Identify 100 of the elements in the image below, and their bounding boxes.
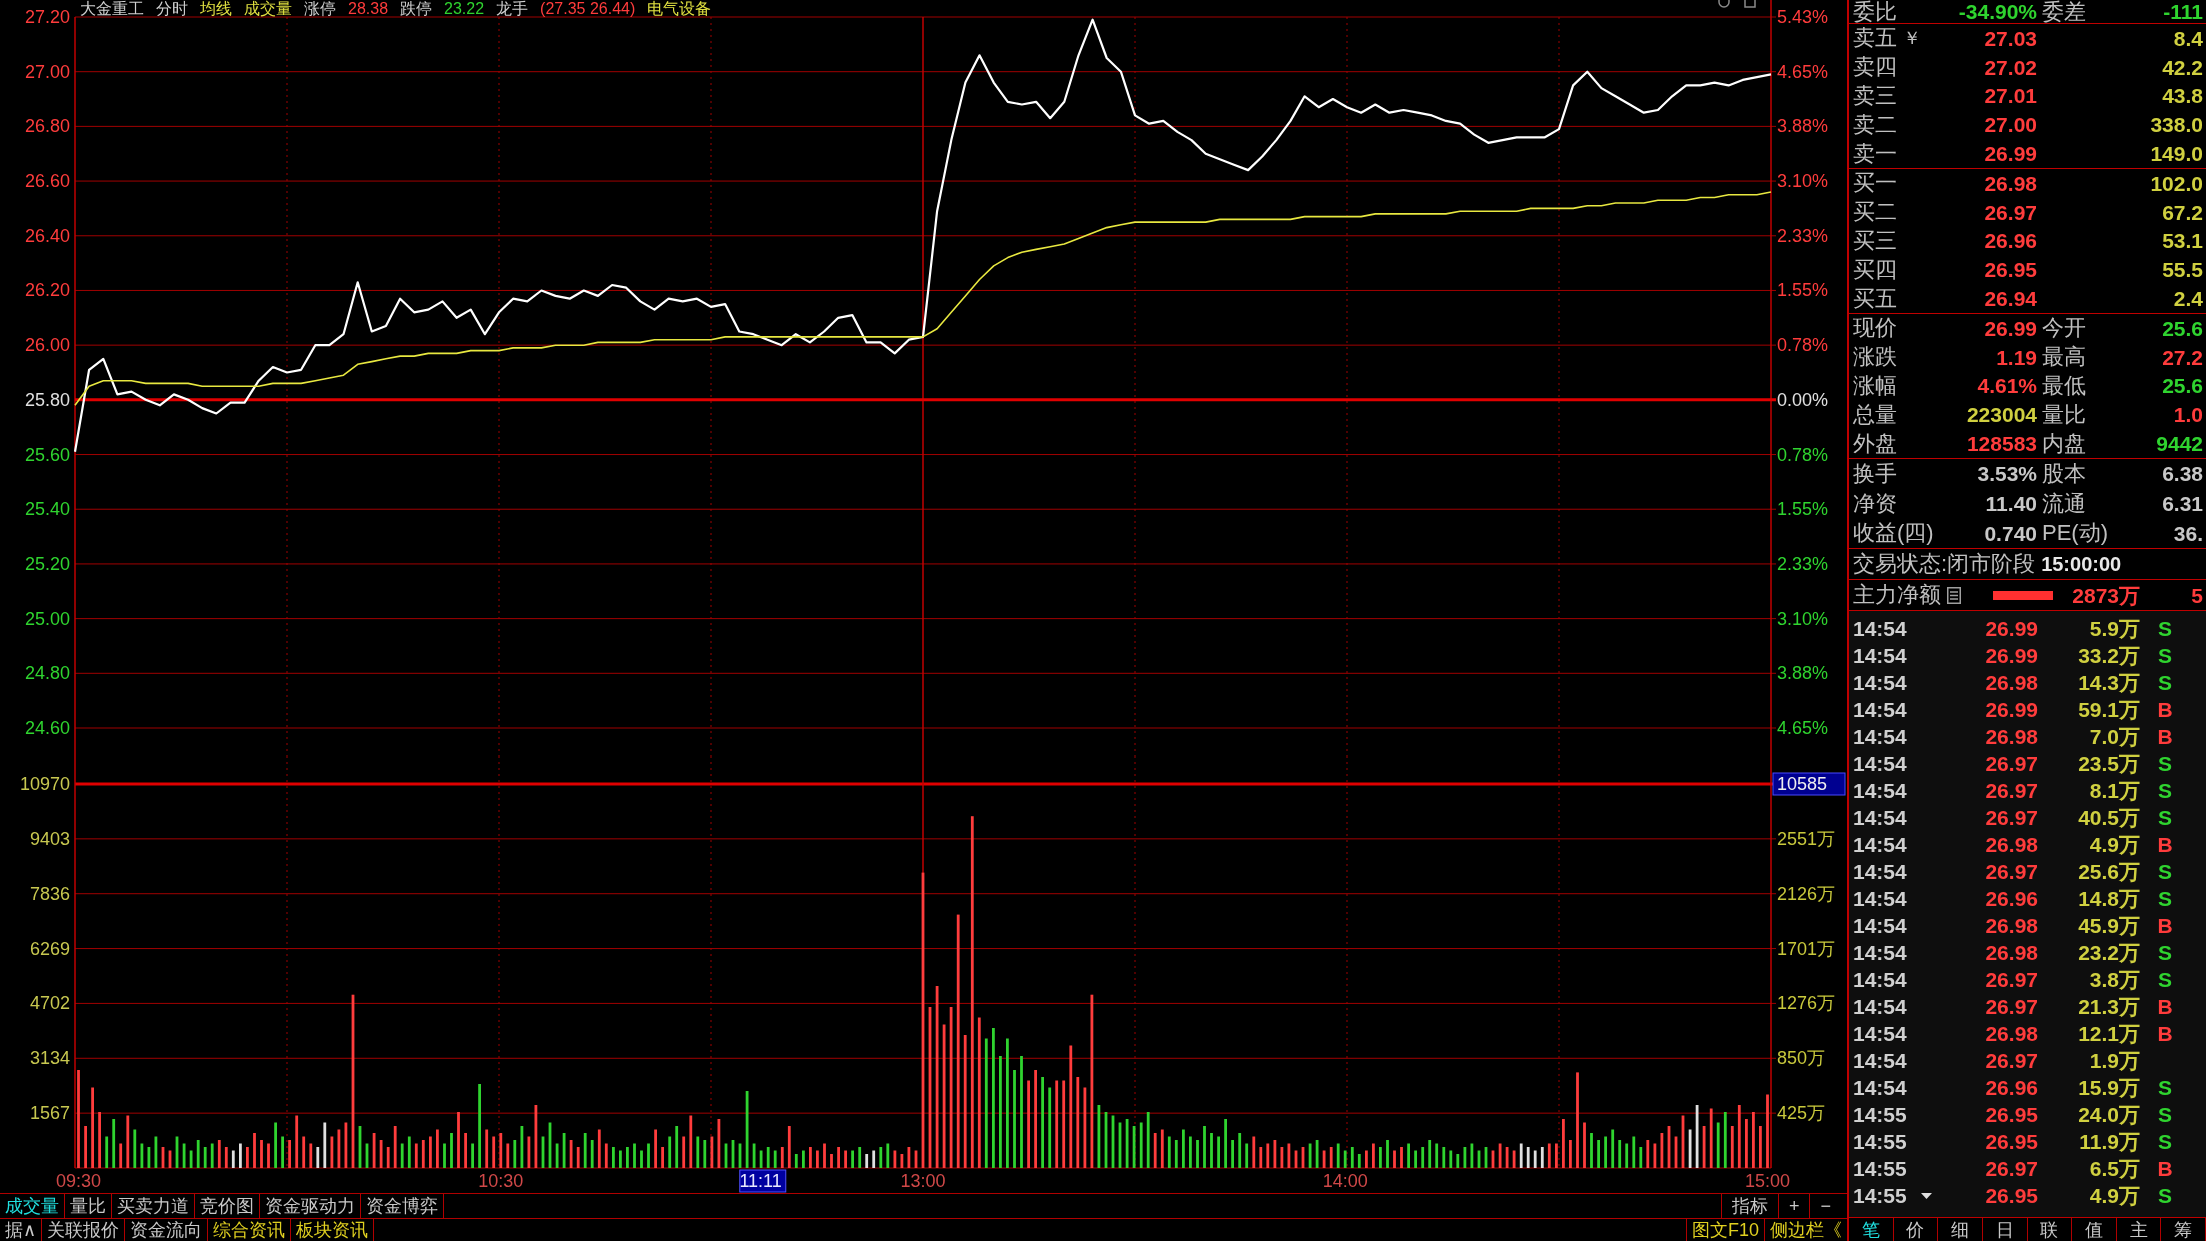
header-text: 电气设备: [647, 0, 712, 17]
order-level-label: 买四: [1853, 258, 1897, 281]
trade-volume: 33.2万: [2077, 645, 2140, 666]
volume-bar: [654, 1129, 657, 1168]
trade-time: 14:54: [1853, 888, 1907, 909]
volume-bar: [492, 1136, 496, 1168]
sidebar-link[interactable]: 图文F10: [1685, 1219, 1764, 1241]
info-tab[interactable]: 板块资讯: [291, 1219, 375, 1241]
quote-label: 流通: [2041, 492, 2087, 515]
volume-bar: [1745, 1119, 1748, 1168]
price-axis-label: 26.60: [24, 171, 70, 192]
side-tab[interactable]: 细: [1938, 1218, 1983, 1241]
price-axis-label: 26.20: [24, 280, 70, 301]
volume-bar: [661, 1147, 664, 1168]
percent-axis-label: 2.33%: [1777, 553, 1829, 574]
volume-bar: [773, 1150, 777, 1168]
side-tab[interactable]: 主: [2116, 1218, 2162, 1241]
volume-bar: [1449, 1150, 1453, 1168]
quote-label: 量比: [2041, 403, 2087, 426]
percent-axis-label: 4.65%: [1777, 718, 1829, 738]
price-axis-label: 27.00: [24, 61, 70, 82]
percent-axis-label: 5.43%: [1777, 7, 1829, 27]
volume-bar: [457, 1112, 460, 1168]
side-tab[interactable]: 价: [1893, 1218, 1939, 1241]
volume-bar: [112, 1119, 116, 1168]
side-tab[interactable]: 值: [2072, 1218, 2117, 1241]
volume-bar: [1182, 1129, 1185, 1168]
volume-bar: [1238, 1133, 1242, 1168]
side-tab[interactable]: 日: [1982, 1218, 2028, 1241]
volume-bar: [267, 1143, 270, 1168]
trade-time: 14:54: [1853, 942, 1907, 963]
minus-button[interactable]: −: [1809, 1194, 1841, 1218]
volume-bar: [400, 1143, 404, 1168]
indicator-tab[interactable]: 量比: [65, 1194, 112, 1218]
volume-bar: [1716, 1122, 1720, 1168]
volume-axis-label: 9403: [29, 828, 70, 849]
price-axis-label: 25.00: [24, 608, 70, 629]
volume-bar: [1526, 1147, 1530, 1168]
volume-bar: [1350, 1147, 1354, 1168]
volume-bar: [555, 1143, 559, 1168]
volume-bar: [98, 1112, 101, 1168]
order-price: 26.99: [1983, 143, 2037, 165]
side-tab[interactable]: 筹: [2161, 1218, 2206, 1241]
volume-axis-label: 3134: [29, 1048, 70, 1069]
indicator-tab[interactable]: 资金驱动力: [260, 1194, 361, 1218]
trade-side: S: [2158, 861, 2172, 882]
indicator-tab[interactable]: 资金博弈: [361, 1194, 444, 1218]
volume-bar: [731, 1140, 735, 1168]
quote-label: PE(动): [2041, 522, 2109, 545]
sidebar-link[interactable]: 侧边栏《: [1764, 1219, 1847, 1241]
volume-bar: [717, 1119, 721, 1168]
quote-value: 128583: [1965, 433, 2037, 455]
volume-bar: [1273, 1140, 1277, 1168]
trade-side: S: [2158, 1185, 2172, 1206]
volume-bar: [682, 1136, 686, 1168]
volume-bar: [358, 1126, 362, 1168]
header-text: 分时: [156, 0, 188, 17]
trade-time: 14:54: [1853, 753, 1907, 774]
trade-volume: 14.8万: [2077, 888, 2140, 909]
volume-bar: [429, 1136, 432, 1168]
info-tab[interactable]: 据∧: [0, 1219, 43, 1241]
volume-bar: [872, 1150, 876, 1168]
volume-bar: [1730, 1126, 1734, 1168]
info-tab[interactable]: 关联报价: [42, 1219, 126, 1241]
amount-axis-label: 2551万: [1777, 828, 1836, 849]
price-axis-label: 26.40: [24, 225, 70, 246]
quote-value: 11.40: [1984, 493, 2037, 514]
caret-icon[interactable]: [1920, 1192, 1932, 1199]
side-tab[interactable]: 联: [2027, 1218, 2073, 1241]
order-level-label: 卖一: [1853, 142, 1897, 165]
plus-button[interactable]: +: [1777, 1194, 1810, 1218]
volume-bar: [1160, 1129, 1164, 1168]
percent-axis-label: 4.65%: [1777, 61, 1829, 82]
volume-bar: [1681, 1115, 1685, 1168]
volume-bar: [140, 1143, 144, 1168]
order-level-label: 买二: [1853, 201, 1897, 224]
info-tab[interactable]: 综合资讯: [208, 1219, 292, 1241]
list-icon[interactable]: [1947, 586, 1961, 604]
volume-bar: [562, 1133, 566, 1168]
price-axis-label: 27.20: [24, 7, 70, 27]
volume-bar: [443, 1143, 446, 1168]
indicator-button[interactable]: 指标: [1720, 1194, 1778, 1218]
volume-bar: [1688, 1129, 1692, 1168]
indicator-tab[interactable]: 买卖力道: [112, 1194, 195, 1218]
net-flow-label: 主力净额: [1853, 584, 1941, 606]
indicator-tab[interactable]: 竞价图: [195, 1194, 260, 1218]
trade-price: 26.99: [1984, 699, 2038, 720]
trade-side: S: [2158, 618, 2172, 639]
trade-volume: 25.6万: [2077, 861, 2140, 882]
side-tab[interactable]: 笔: [1849, 1218, 1894, 1241]
volume-bar: [527, 1136, 531, 1168]
order-level-label: 卖四: [1853, 56, 1897, 79]
quote-value: 4.61%: [1976, 375, 2037, 397]
volume-bar: [893, 1150, 897, 1168]
volume-bar: [619, 1150, 622, 1168]
trade-price: 26.98: [1984, 942, 2038, 963]
quote-label: 股本: [2041, 462, 2087, 485]
volume-bar: [1245, 1143, 1249, 1168]
indicator-tab[interactable]: 成交量: [0, 1194, 65, 1218]
info-tab[interactable]: 资金流向: [125, 1219, 209, 1241]
